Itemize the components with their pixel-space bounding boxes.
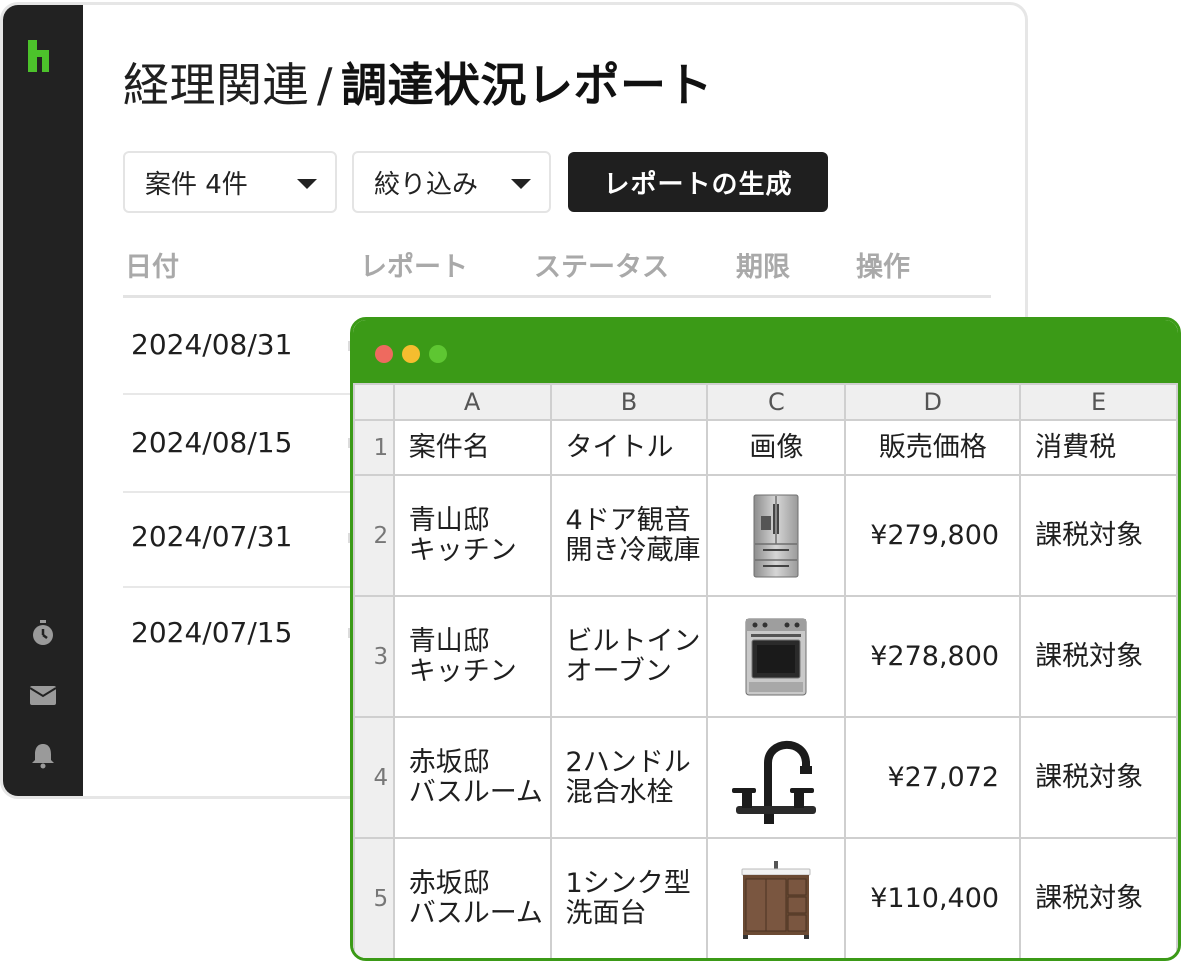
cell-project[interactable]: 赤坂邸 バスルーム xyxy=(392,716,552,839)
row-date: 2024/08/15 xyxy=(131,426,293,459)
cell-header-tax[interactable]: 消費税 xyxy=(1019,419,1178,476)
title-line: ビルトイン xyxy=(565,625,701,657)
column-letter-a[interactable]: A xyxy=(392,383,552,421)
cell-tax[interactable]: 課税対象 xyxy=(1019,474,1178,597)
cases-dropdown-label: 案件 4件 xyxy=(145,169,248,200)
corner-cell[interactable] xyxy=(353,383,395,421)
filter-dropdown-label: 絞り込み xyxy=(374,169,479,200)
home-logo-icon[interactable] xyxy=(28,40,58,72)
cell-image[interactable] xyxy=(706,716,847,839)
cell-project[interactable]: 赤坂邸 バスルーム xyxy=(392,837,552,958)
cell-price[interactable]: ¥279,800 xyxy=(844,474,1022,597)
faucet-image xyxy=(732,740,817,824)
close-window-button[interactable] xyxy=(375,345,393,363)
title-line: 開き冷蔵庫 xyxy=(565,534,701,566)
sidebar xyxy=(3,5,83,796)
cell-header-project[interactable]: 案件名 xyxy=(392,419,552,476)
window-titlebar[interactable] xyxy=(353,320,1178,383)
column-letter-e[interactable]: E xyxy=(1019,383,1178,421)
cell-title[interactable]: 4ドア観音 開き冷蔵庫 xyxy=(549,474,709,597)
title-line: 2ハンドル xyxy=(565,746,691,778)
spreadsheet-window: A B C D E 1 案件名 タイトル 画像 販売価格 消費税 2 青山邸 キ… xyxy=(350,317,1181,961)
cell-title[interactable]: 1シンク型 洗面台 xyxy=(549,837,709,958)
row-date: 2024/07/15 xyxy=(131,616,293,649)
column-letter-b[interactable]: B xyxy=(549,383,709,421)
chevron-down-icon xyxy=(297,179,317,189)
row-number[interactable]: 5 xyxy=(353,837,395,958)
title-line: 洗面台 xyxy=(565,897,647,929)
project-room: バスルーム xyxy=(408,897,543,929)
breadcrumb-current: 調達状況レポート xyxy=(341,58,713,112)
refrigerator-image xyxy=(753,494,799,577)
project-name: 青山邸 xyxy=(408,504,490,536)
cell-title[interactable]: 2ハンドル 混合水栓 xyxy=(549,716,709,839)
row-date: 2024/07/31 xyxy=(131,520,293,553)
project-name: 青山邸 xyxy=(408,625,490,657)
row-number[interactable]: 1 xyxy=(353,419,395,476)
title-line: 混合水栓 xyxy=(565,776,674,808)
cell-tax[interactable]: 課税対象 xyxy=(1019,837,1178,958)
maximize-window-button[interactable] xyxy=(429,345,447,363)
cell-header-price[interactable]: 販売価格 xyxy=(844,419,1022,476)
title-line: オーブン xyxy=(565,655,672,687)
cell-header-image[interactable]: 画像 xyxy=(706,419,847,476)
cell-price[interactable]: ¥278,800 xyxy=(844,595,1022,718)
column-header-status[interactable]: ステータス xyxy=(534,245,669,284)
title-line: 4ドア観音 xyxy=(565,504,691,536)
bell-icon[interactable] xyxy=(29,741,57,769)
breadcrumb-separator: / xyxy=(317,58,333,112)
cell-price[interactable]: ¥110,400 xyxy=(844,837,1022,958)
column-header-actions[interactable]: 操作 xyxy=(856,245,910,284)
chevron-down-icon xyxy=(511,179,531,189)
project-room: バスルーム xyxy=(408,776,543,808)
row-number[interactable]: 3 xyxy=(353,595,395,718)
cell-header-title[interactable]: タイトル xyxy=(549,419,709,476)
title-line: 1シンク型 xyxy=(565,867,691,899)
row-number[interactable]: 2 xyxy=(353,474,395,597)
cell-image[interactable] xyxy=(706,474,847,597)
column-header-deadline[interactable]: 期限 xyxy=(736,245,790,284)
column-letter-d[interactable]: D xyxy=(844,383,1022,421)
cell-tax[interactable]: 課税対象 xyxy=(1019,595,1178,718)
cell-image[interactable] xyxy=(706,837,847,958)
page-title: 経理関連 / 調達状況レポート xyxy=(123,57,713,113)
cell-project[interactable]: 青山邸 キッチン xyxy=(392,474,552,597)
column-header-report[interactable]: レポート xyxy=(360,245,468,284)
project-name: 赤坂邸 xyxy=(408,746,490,778)
project-room: キッチン xyxy=(408,534,517,566)
header-divider xyxy=(123,295,991,298)
generate-report-button[interactable]: レポートの生成 xyxy=(568,152,828,212)
column-header-date[interactable]: 日付 xyxy=(125,245,179,284)
spreadsheet-grid: A B C D E 1 案件名 タイトル 画像 販売価格 消費税 2 青山邸 キ… xyxy=(353,383,1178,958)
filter-dropdown[interactable]: 絞り込み xyxy=(352,151,551,213)
project-room: キッチン xyxy=(408,655,517,687)
timer-icon[interactable] xyxy=(29,619,57,647)
oven-image xyxy=(745,618,807,695)
project-name: 赤坂邸 xyxy=(408,867,490,899)
row-date: 2024/08/31 xyxy=(131,328,293,361)
cell-tax[interactable]: 課税対象 xyxy=(1019,716,1178,839)
cell-image[interactable] xyxy=(706,595,847,718)
mail-icon[interactable] xyxy=(29,681,57,709)
vanity-image xyxy=(741,860,811,939)
minimize-window-button[interactable] xyxy=(402,345,420,363)
row-number[interactable]: 4 xyxy=(353,716,395,839)
cell-price[interactable]: ¥27,072 xyxy=(844,716,1022,839)
cases-dropdown[interactable]: 案件 4件 xyxy=(123,151,337,213)
cell-project[interactable]: 青山邸 キッチン xyxy=(392,595,552,718)
breadcrumb-parent[interactable]: 経理関連 xyxy=(123,58,309,112)
cell-title[interactable]: ビルトイン オーブン xyxy=(549,595,709,718)
column-letter-c[interactable]: C xyxy=(706,383,847,421)
